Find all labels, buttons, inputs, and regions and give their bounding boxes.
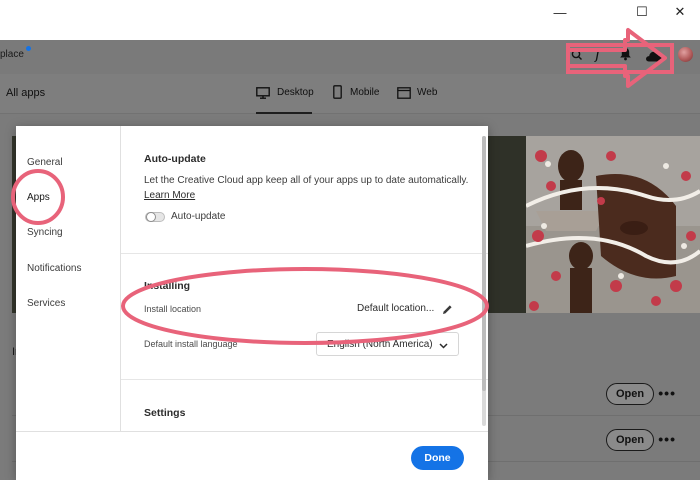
tab-mobile-label: Mobile (350, 87, 380, 98)
tab-web[interactable]: Web (397, 74, 442, 114)
sidebar-item-services[interactable]: Services (27, 298, 65, 309)
sidebar-item-syncing[interactable]: Syncing (27, 227, 63, 238)
more-options-icon[interactable]: ••• (658, 385, 676, 401)
close-icon: ✕ (674, 4, 686, 19)
edit-pencil-icon[interactable] (442, 302, 453, 320)
learn-more-link[interactable]: Learn More (144, 190, 195, 201)
page-title: All apps (6, 87, 46, 99)
maximize-icon: ☐ (636, 4, 648, 19)
open-button[interactable]: Open (606, 429, 654, 451)
auto-update-description: Let the Creative Cloud app keep all of y… (144, 175, 469, 186)
avatar[interactable] (678, 47, 693, 62)
install-language-value: English (North America) (327, 338, 433, 350)
web-icon (397, 86, 411, 104)
dialog-footer: Done (16, 431, 488, 480)
tab-web-label: Web (417, 87, 438, 98)
preferences-content: Auto-update Let the Creative Cloud app k… (121, 126, 488, 431)
more-options-icon[interactable]: ••• (658, 431, 676, 447)
auto-update-toggle[interactable] (145, 212, 165, 222)
promo-banner-dark (487, 136, 527, 313)
installing-section: Installing Install location Default loca… (121, 254, 488, 380)
auto-update-title: Auto-update (144, 153, 206, 165)
minimize-button[interactable]: — (540, 2, 580, 22)
fonts-icon[interactable]: f (595, 45, 601, 63)
app-tabbar: All apps Desktop Mobile Web (0, 74, 700, 114)
scrollbar-thumb[interactable] (482, 136, 486, 391)
dialog-scrollbar[interactable] (482, 136, 486, 426)
tab-desktop[interactable]: Desktop (256, 74, 314, 114)
maximize-button[interactable]: ☐ (622, 2, 662, 22)
settings-title: Settings (144, 407, 186, 419)
auto-update-toggle-label: Auto-update (171, 211, 226, 222)
done-button[interactable]: Done (411, 446, 464, 470)
tab-desktop-label: Desktop (277, 87, 314, 98)
tab-mobile[interactable]: Mobile (333, 74, 383, 114)
sidebar-item-apps[interactable]: Apps (27, 192, 50, 203)
cloud-icon[interactable] (645, 49, 663, 67)
bell-icon[interactable] (619, 47, 632, 66)
mobile-icon (333, 85, 342, 104)
search-icon[interactable] (571, 48, 583, 66)
install-language-select[interactable]: English (North America) (316, 332, 459, 356)
close-window-button[interactable]: ✕ (660, 2, 700, 22)
app-topbar: place f (0, 40, 700, 74)
preferences-sidebar: General Apps Syncing Notifications Servi… (16, 126, 121, 431)
chevron-down-icon (439, 341, 448, 352)
open-button[interactable]: Open (606, 383, 654, 405)
install-language-label: Default install language (144, 339, 238, 349)
install-location-value: Default location... (357, 303, 435, 314)
settings-section: Settings (121, 380, 488, 431)
window-titlebar: — ☐ ✕ (0, 0, 700, 40)
install-location-label: Install location (144, 304, 202, 314)
promo-banner-image (526, 136, 700, 313)
toggle-knob (146, 212, 156, 222)
installing-title: Installing (144, 280, 191, 292)
desktop-icon (256, 86, 270, 104)
sidebar-item-notifications[interactable]: Notifications (27, 263, 81, 274)
marketplace-nav-item[interactable]: place (0, 49, 24, 60)
auto-update-section: Auto-update Let the Creative Cloud app k… (121, 126, 488, 254)
notification-dot (26, 46, 31, 51)
preferences-dialog: General Apps Syncing Notifications Servi… (16, 126, 488, 480)
minimize-icon: — (553, 4, 567, 20)
sidebar-item-general[interactable]: General (27, 157, 63, 168)
